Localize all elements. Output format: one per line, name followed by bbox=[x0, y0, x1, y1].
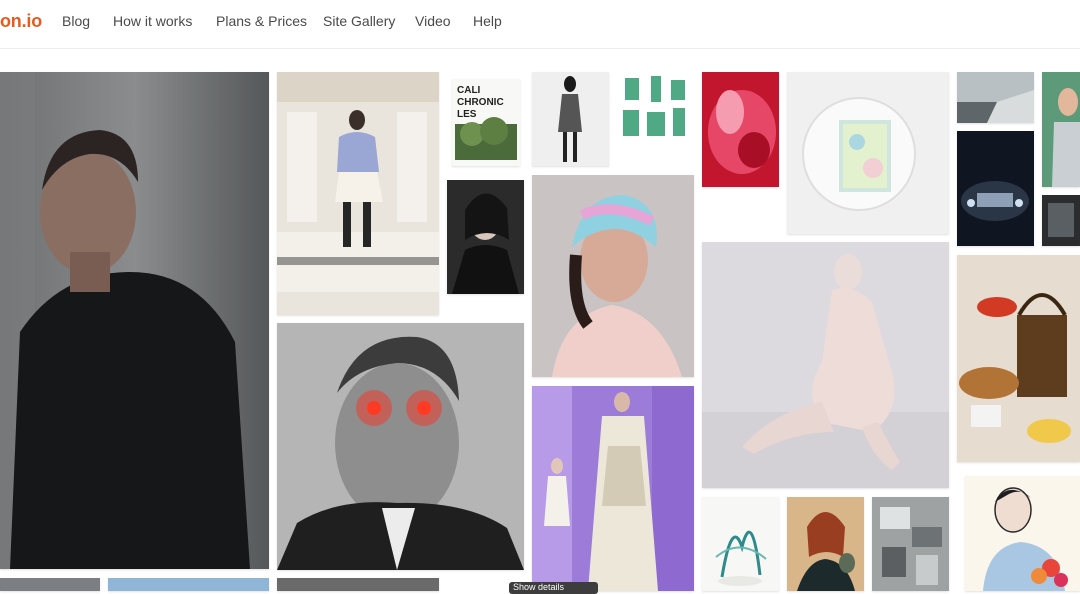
image-tooltip: Show details bbox=[509, 582, 598, 594]
gallery-image-bottom-1[interactable] bbox=[0, 578, 100, 591]
gallery-image-woman-parrot-painting[interactable] bbox=[787, 497, 864, 591]
gallery-image-laser-eyes-portrait[interactable] bbox=[277, 323, 524, 570]
gallery-image-model-dress[interactable] bbox=[532, 72, 609, 166]
gallery-image-dark-portrait[interactable] bbox=[447, 180, 524, 294]
top-navigation: on.io Blog How it works Plans & Prices S… bbox=[0, 0, 1080, 49]
gallery-image-beach[interactable] bbox=[957, 72, 1034, 123]
gallery-image-collage-face[interactable] bbox=[872, 497, 949, 591]
gallery-image-dark-car[interactable] bbox=[957, 131, 1034, 246]
gallery-image-woman-headscarf[interactable] bbox=[532, 175, 694, 377]
gallery-image-bottom-2[interactable] bbox=[108, 578, 269, 591]
gallery-image-bottom-3[interactable] bbox=[277, 578, 439, 591]
gallery-image-woman-green[interactable] bbox=[1042, 72, 1080, 187]
gallery-image-pale-figure[interactable] bbox=[702, 242, 949, 488]
nav-how-it-works[interactable]: How it works bbox=[113, 13, 192, 29]
gallery-image-small-dark[interactable] bbox=[1042, 195, 1080, 246]
gallery-image-bread-still-life[interactable] bbox=[957, 255, 1080, 462]
gallery-image-studio-fashion[interactable] bbox=[277, 72, 439, 315]
gallery-image-runway-purple[interactable] bbox=[532, 386, 694, 591]
gallery-image-book-cover[interactable]: CALI CHRONIC LES bbox=[452, 79, 520, 166]
nav-blog[interactable]: Blog bbox=[62, 13, 90, 29]
book-title-line1: CALI bbox=[457, 85, 481, 96]
nav-site-gallery[interactable]: Site Gallery bbox=[323, 13, 395, 29]
gallery-image-man-black-sweater[interactable] bbox=[0, 72, 269, 569]
gallery-image-typography-art[interactable] bbox=[617, 72, 693, 144]
nav-plans-prices[interactable]: Plans & Prices bbox=[216, 13, 307, 29]
gallery-image-glass-sculpture[interactable] bbox=[702, 497, 779, 591]
nav-video[interactable]: Video bbox=[415, 13, 451, 29]
book-title-line3: LES bbox=[457, 109, 477, 120]
site-logo[interactable]: on.io bbox=[0, 11, 42, 32]
gallery-image-illustration-flowers[interactable] bbox=[965, 476, 1080, 591]
nav-help[interactable]: Help bbox=[473, 13, 502, 29]
book-title-line2: CHRONIC bbox=[457, 97, 504, 108]
gallery-image-glass-circle-art[interactable] bbox=[787, 72, 949, 234]
gallery-image-red-flower[interactable] bbox=[702, 72, 779, 187]
